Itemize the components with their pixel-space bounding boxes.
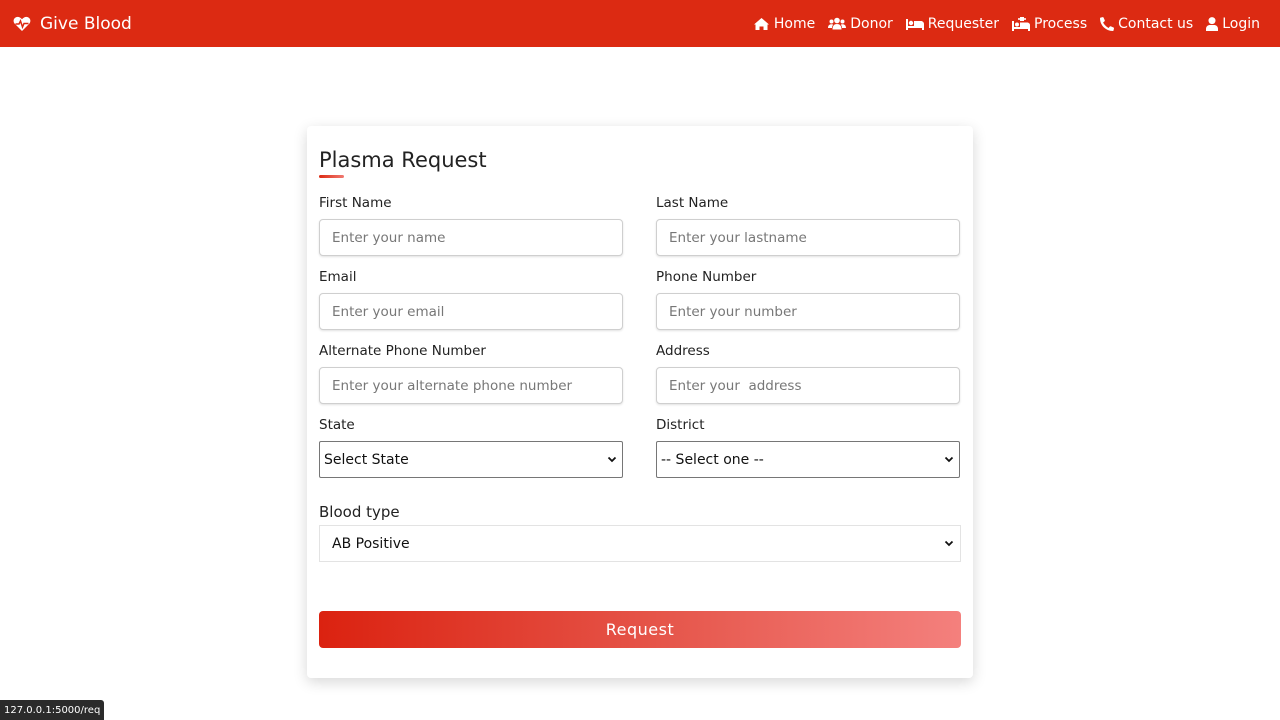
phone-label: Phone Number [656,269,757,285]
brand-name: Give Blood [40,13,132,34]
address-label: Address [656,343,710,359]
district-select[interactable]: -- Select one -- [656,441,960,478]
nav-donor[interactable]: Donor [828,16,893,32]
status-bar-url: 127.0.0.1:5000/req [0,700,105,720]
first-name-input[interactable] [319,219,623,256]
first-name-label: First Name [319,195,392,211]
alt-phone-label: Alternate Phone Number [319,343,486,359]
email-label: Email [319,269,357,285]
nav-contact[interactable]: Contact us [1100,16,1193,32]
title-underline [319,175,344,178]
navbar: Give Blood Home Donor Requester Process … [0,0,1280,47]
last-name-input[interactable] [656,219,960,256]
request-button[interactable]: Request [319,611,961,648]
home-icon [753,17,769,30]
heartbeat-icon [13,15,31,33]
plasma-request-form: Plasma Request First Name Last Name Emai… [307,126,973,678]
address-input[interactable] [656,367,960,404]
nav-contact-label: Contact us [1118,15,1194,32]
district-group: District -- Select one -- [656,417,960,478]
blood-type-group: Blood type AB Positive [319,503,961,562]
alt-phone-input[interactable] [319,367,623,404]
phone-group: Phone Number [656,269,960,330]
district-selected-value: -- Select one -- [661,451,764,468]
nav-login-label: Login [1222,15,1260,32]
address-group: Address [656,343,960,404]
last-name-label: Last Name [656,195,729,211]
form-title: Plasma Request [319,148,487,172]
nav-process-label: Process [1034,15,1088,32]
district-label: District [656,417,705,433]
first-name-group: First Name [319,195,623,256]
state-selected-value: Select State [324,451,409,468]
nav-menu: Home Donor Requester Process Contact us … [740,16,1260,32]
state-select[interactable]: Select State [319,441,623,478]
blood-type-selected-value: AB Positive [332,535,410,552]
chevron-down-icon [607,456,617,463]
nav-home[interactable]: Home [753,16,815,32]
email-input[interactable] [319,293,623,330]
nav-login[interactable]: Login [1206,16,1260,32]
nav-home-label: Home [773,15,816,32]
chevron-down-icon [944,456,954,463]
nav-donor-label: Donor [850,15,893,32]
blood-type-label: Blood type [319,503,400,521]
state-group: State Select State [319,417,623,478]
last-name-group: Last Name [656,195,960,256]
state-label: State [319,417,355,433]
users-icon [828,17,847,30]
bed-icon [905,18,924,30]
email-group: Email [319,269,623,330]
brand-link[interactable]: Give Blood [13,14,132,34]
procedures-icon [1012,16,1031,31]
chevron-down-icon [944,540,954,547]
blood-type-select[interactable]: AB Positive [319,525,961,562]
nav-process[interactable]: Process [1012,16,1087,32]
phone-input[interactable] [656,293,960,330]
nav-requester-label: Requester [927,15,1000,32]
user-icon [1206,16,1219,31]
phone-icon [1100,16,1115,31]
alt-phone-group: Alternate Phone Number [319,343,623,404]
nav-requester[interactable]: Requester [905,15,1000,32]
